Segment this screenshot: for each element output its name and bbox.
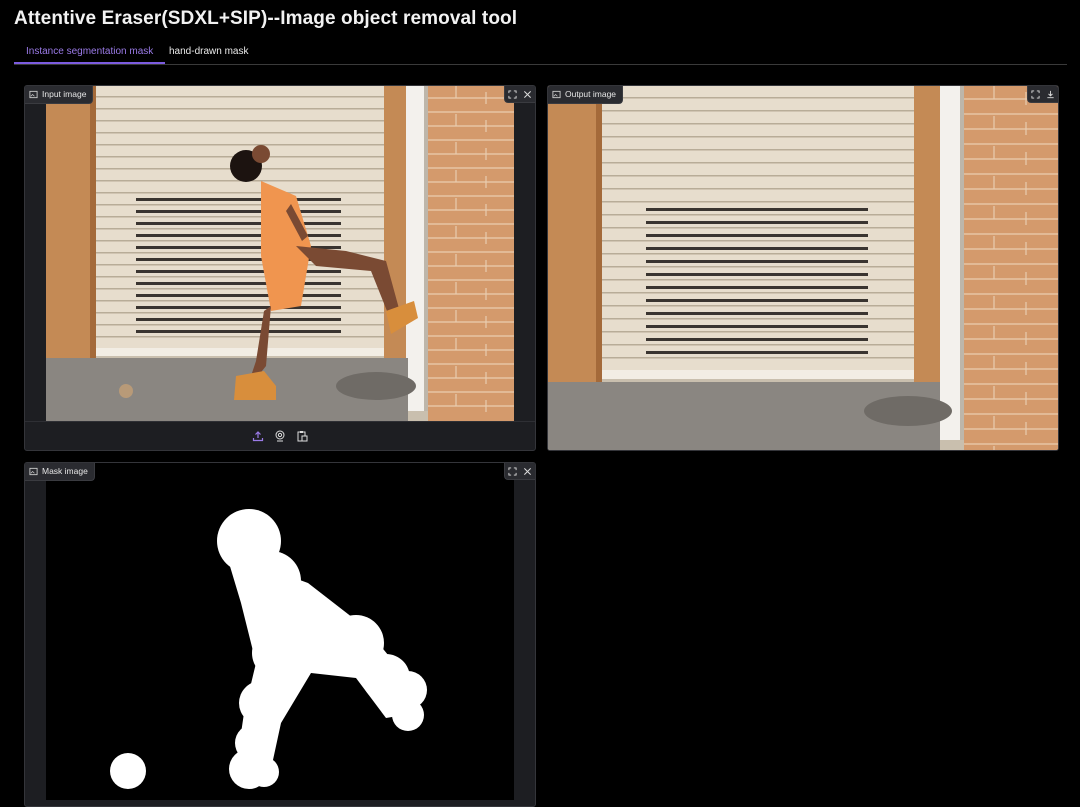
close-icon[interactable] — [520, 86, 535, 102]
tab-instance-segmentation-mask[interactable]: Instance segmentation mask — [14, 42, 166, 64]
mask-image-label-text: Mask image — [42, 466, 88, 476]
input-image-label-text: Input image — [42, 89, 87, 99]
tab-hand-drawn-mask[interactable]: hand-drawn mask — [157, 42, 260, 62]
input-image-controls — [504, 86, 535, 103]
input-image[interactable] — [46, 86, 514, 421]
fullscreen-icon[interactable] — [505, 463, 520, 479]
webcam-icon[interactable] — [273, 429, 287, 443]
image-icon — [29, 90, 38, 99]
output-image-label-text: Output image — [565, 89, 617, 99]
page-title: Attentive Eraser(SDXL+SIP)--Image object… — [14, 8, 518, 29]
output-image[interactable] — [548, 86, 1058, 450]
mask-image-controls — [504, 463, 535, 480]
download-icon[interactable] — [1043, 86, 1058, 102]
input-image-panel: Input image — [24, 85, 536, 451]
image-icon — [29, 467, 38, 476]
input-image-label: Input image — [25, 86, 94, 104]
upload-icon[interactable] — [251, 429, 265, 443]
clipboard-icon[interactable] — [295, 429, 309, 443]
output-image-label: Output image — [548, 86, 624, 104]
input-image-toolbar — [25, 421, 535, 450]
fullscreen-icon[interactable] — [505, 86, 520, 102]
mask-image-label: Mask image — [25, 463, 95, 481]
output-image-controls — [1027, 86, 1058, 103]
close-icon[interactable] — [520, 463, 535, 479]
output-image-panel: Output image — [547, 85, 1059, 451]
shutter-slats — [602, 97, 916, 359]
mask-image[interactable] — [46, 463, 514, 800]
image-icon — [552, 90, 561, 99]
tab-bar: Instance segmentation mask hand-drawn ma… — [14, 42, 1067, 65]
shutter-slats — [96, 96, 386, 338]
fullscreen-icon[interactable] — [1028, 86, 1043, 102]
mask-image-panel: Mask image — [24, 462, 536, 807]
